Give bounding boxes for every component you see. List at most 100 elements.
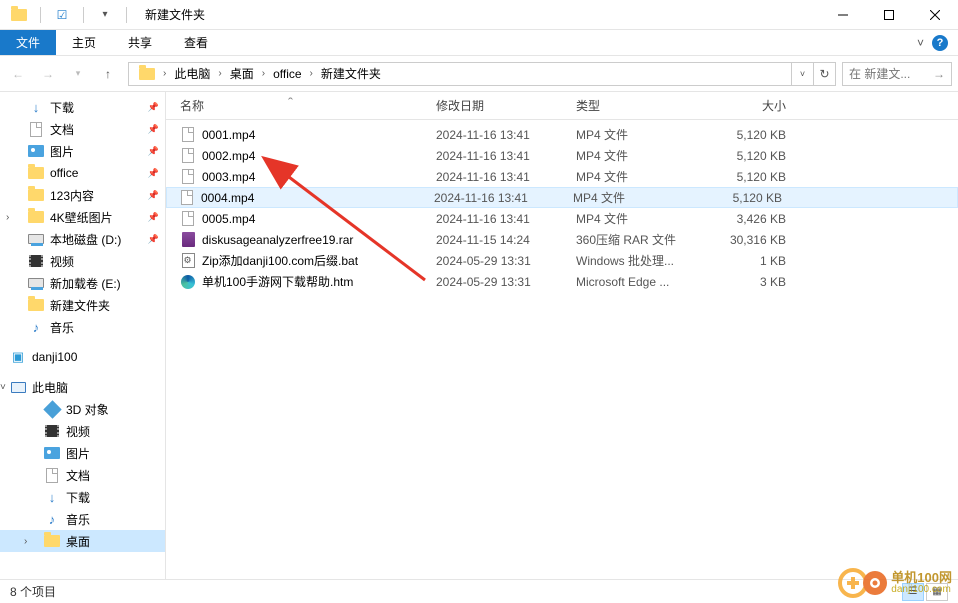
up-button[interactable]: ↑ (94, 60, 122, 88)
pin-icon: 📌 (148, 234, 159, 245)
sidebar-item[interactable]: 文档 (0, 464, 165, 486)
sidebar-item-label: 文档 (66, 467, 90, 484)
sidebar-item[interactable]: 视频 (0, 250, 165, 272)
breadcrumb-root-icon[interactable] (135, 63, 159, 85)
ribbon-expand-icon[interactable]: ˅ (917, 36, 924, 50)
sidebar-item[interactable]: 新建文件夹 (0, 294, 165, 316)
file-icon (180, 127, 196, 143)
column-date[interactable]: 修改日期 (436, 97, 576, 114)
collapse-icon[interactable]: ˅ (0, 382, 6, 393)
file-type: MP4 文件 (576, 126, 706, 143)
column-headers: 名称ˆ 修改日期 类型 大小 (166, 92, 958, 120)
qat-properties-icon[interactable]: ☑ (51, 4, 73, 26)
expand-icon[interactable]: › (24, 536, 27, 547)
file-name: 0001.mp4 (202, 128, 255, 142)
tab-home[interactable]: 主页 (56, 30, 112, 55)
sidebar-item[interactable]: 4K壁纸图片📌› (0, 206, 165, 228)
table-row[interactable]: 单机100手游网下载帮助.htm2024-05-29 13:31Microsof… (166, 271, 958, 292)
sidebar-item-thispc[interactable]: ˅ 此电脑 (0, 376, 165, 398)
crumb-desktop[interactable]: 桌面 (226, 63, 258, 85)
sidebar-item[interactable]: 图片 (0, 442, 165, 464)
expand-icon[interactable]: › (6, 212, 9, 223)
tab-share[interactable]: 共享 (112, 30, 168, 55)
close-button[interactable] (912, 0, 958, 30)
search-field[interactable] (849, 67, 929, 81)
sidebar-item[interactable]: ♪音乐 (0, 508, 165, 530)
file-date: 2024-11-15 14:24 (436, 233, 576, 247)
column-name[interactable]: 名称ˆ (180, 97, 436, 114)
minimize-button[interactable] (820, 0, 866, 30)
qat-dropdown-icon[interactable]: ▾ (94, 4, 116, 26)
titlebar: ☑ ▾ 新建文件夹 (0, 0, 958, 30)
refresh-icon[interactable]: ↻ (813, 63, 835, 85)
column-type[interactable]: 类型 (576, 97, 706, 114)
chevron-right-icon[interactable]: › (159, 68, 170, 79)
file-name: 单机100手游网下载帮助.htm (202, 273, 353, 290)
sidebar-item-label: office (50, 166, 78, 180)
sidebar-item-label: 音乐 (50, 319, 74, 336)
back-button[interactable]: ← (4, 60, 32, 88)
watermark-logo-icon (837, 567, 887, 599)
file-name: Zip添加danji100.com后缀.bat (202, 252, 358, 269)
table-row[interactable]: 0002.mp42024-11-16 13:41MP4 文件5,120 KB (166, 145, 958, 166)
file-icon (180, 232, 196, 248)
sidebar-item[interactable]: 文档📌 (0, 118, 165, 140)
recent-dropdown[interactable]: ▾ (64, 60, 92, 88)
sidebar-item-label: 视频 (66, 423, 90, 440)
sidebar-item-label: danji100 (32, 350, 77, 364)
navbar: ← → ▾ ↑ › 此电脑 › 桌面 › office › 新建文件夹 ˅ ↻ … (0, 56, 958, 92)
file-list: 名称ˆ 修改日期 类型 大小 0001.mp42024-11-16 13:41M… (166, 92, 958, 579)
crumb-office[interactable]: office (269, 63, 305, 85)
sidebar-item[interactable]: 123内容📌 (0, 184, 165, 206)
file-type: MP4 文件 (573, 189, 703, 206)
pin-icon: 📌 (148, 190, 159, 201)
forward-button[interactable]: → (34, 60, 62, 88)
file-date: 2024-05-29 13:31 (436, 254, 576, 268)
sidebar-item[interactable]: 桌面› (0, 530, 165, 552)
sidebar-item[interactable]: 3D 对象 (0, 398, 165, 420)
column-size[interactable]: 大小 (706, 97, 796, 114)
sidebar-item[interactable]: ↓下载 (0, 486, 165, 508)
crumb-thispc[interactable]: 此电脑 (170, 63, 214, 85)
window-title: 新建文件夹 (145, 6, 205, 23)
maximize-button[interactable] (866, 0, 912, 30)
sidebar-item[interactable]: ▣danji100 (0, 346, 165, 368)
sidebar-item-label: 下载 (66, 489, 90, 506)
sidebar-item[interactable]: 视频 (0, 420, 165, 442)
table-row[interactable]: 0005.mp42024-11-16 13:41MP4 文件3,426 KB (166, 208, 958, 229)
pc-icon (10, 379, 26, 395)
table-row[interactable]: 0003.mp42024-11-16 13:41MP4 文件5,120 KB (166, 166, 958, 187)
crumb-current[interactable]: 新建文件夹 (317, 63, 385, 85)
sidebar-item[interactable]: 本地磁盘 (D:)📌 (0, 228, 165, 250)
chevron-right-icon[interactable]: › (258, 68, 269, 79)
file-tab[interactable]: 文件 (0, 30, 56, 55)
ribbon: 文件 主页 共享 查看 ˅ ? (0, 30, 958, 56)
folder-icon[interactable] (8, 4, 30, 26)
sidebar-item[interactable]: 新加载卷 (E:) (0, 272, 165, 294)
sidebar-item[interactable]: ↓下载📌 (0, 96, 165, 118)
table-row[interactable]: Zip添加danji100.com后缀.bat2024-05-29 13:31W… (166, 250, 958, 271)
table-row[interactable]: 0004.mp42024-11-16 13:41MP4 文件5,120 KB (166, 187, 958, 208)
chevron-right-icon[interactable]: › (306, 68, 317, 79)
sidebar-item[interactable]: office📌 (0, 162, 165, 184)
tab-view[interactable]: 查看 (168, 30, 224, 55)
table-row[interactable]: 0001.mp42024-11-16 13:41MP4 文件5,120 KB (166, 124, 958, 145)
search-icon[interactable]: → (933, 67, 945, 81)
table-row[interactable]: diskusageanalyzerfree19.rar2024-11-15 14… (166, 229, 958, 250)
search-input[interactable]: → (842, 62, 952, 86)
drive-icon-sidebar-icon (28, 275, 44, 291)
help-icon[interactable]: ? (932, 35, 948, 51)
file-icon (180, 274, 196, 290)
file-type: MP4 文件 (576, 147, 706, 164)
sidebar[interactable]: ↓下载📌文档📌图片📌office📌123内容📌4K壁纸图片📌›本地磁盘 (D:)… (0, 92, 166, 579)
sidebar-item-label: 此电脑 (32, 379, 68, 396)
file-icon (180, 211, 196, 227)
video-icon-sidebar-icon (44, 423, 60, 439)
breadcrumb-dropdown-icon[interactable]: ˅ (791, 63, 813, 85)
breadcrumb[interactable]: › 此电脑 › 桌面 › office › 新建文件夹 ˅ ↻ (128, 62, 836, 86)
folder-icon-sidebar-icon (28, 187, 44, 203)
sidebar-item[interactable]: ♪音乐 (0, 316, 165, 338)
chevron-right-icon[interactable]: › (214, 68, 225, 79)
sidebar-item[interactable]: 图片📌 (0, 140, 165, 162)
file-type: 360压缩 RAR 文件 (576, 231, 706, 248)
